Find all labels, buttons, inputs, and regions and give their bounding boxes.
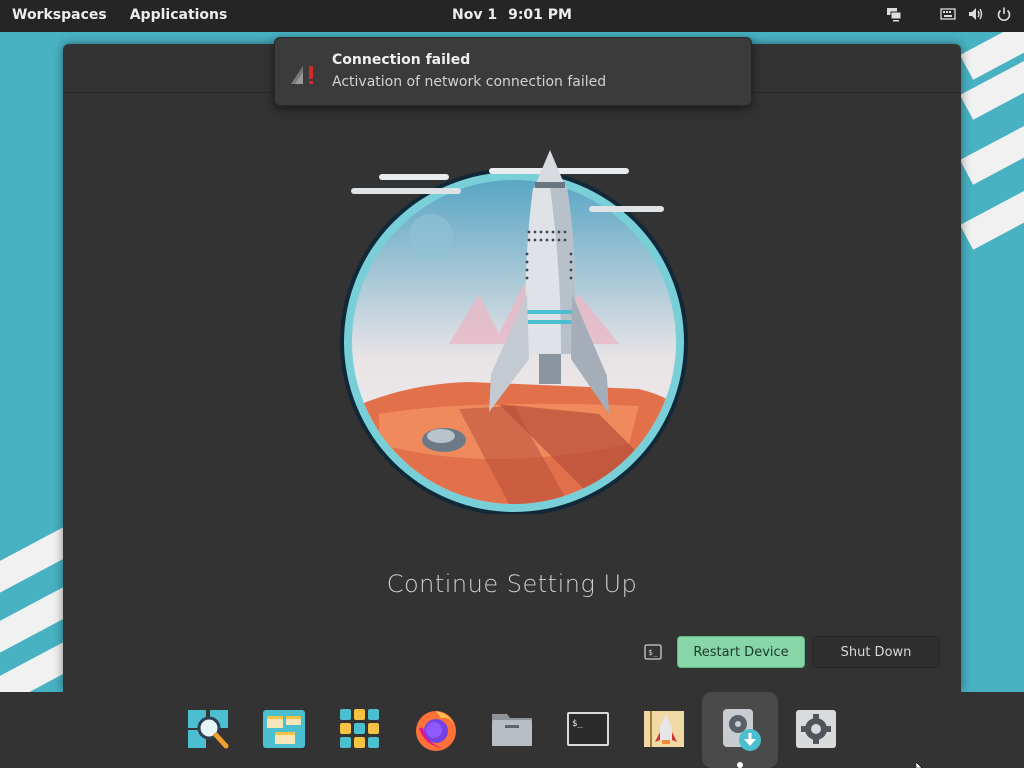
installer-window: Continue Setting Up $_ Restart Device Sh… — [63, 44, 961, 692]
svg-text:$_: $_ — [648, 648, 658, 657]
restart-device-button[interactable]: Restart Device — [677, 636, 805, 668]
dock: $_ — [0, 692, 1024, 768]
power-icon[interactable] — [996, 6, 1012, 22]
notification-bubble[interactable]: Connection failed Activation of network … — [274, 37, 752, 106]
search-icon[interactable] — [185, 706, 231, 752]
clock[interactable]: Nov 1 9:01 PM — [0, 7, 1024, 23]
terminal-icon[interactable]: $_ — [644, 644, 662, 660]
svg-text:$_: $_ — [572, 719, 583, 729]
page-title: Continue Setting Up — [386, 570, 638, 598]
keyboard-icon[interactable] — [940, 6, 956, 22]
shut-down-button[interactable]: Shut Down — [812, 636, 940, 668]
launcher-icon[interactable] — [641, 706, 687, 752]
files-icon[interactable] — [489, 706, 535, 752]
network-error-icon — [291, 66, 313, 84]
applications-grid-icon[interactable] — [337, 706, 383, 752]
time-label: 9:01 PM — [508, 7, 572, 23]
network-icon[interactable] — [886, 6, 902, 22]
settings-icon[interactable] — [793, 706, 839, 752]
notification-title: Connection failed — [332, 52, 471, 68]
mouse-cursor-icon — [916, 762, 923, 768]
running-indicator — [737, 762, 743, 768]
terminal-app-icon[interactable]: $_ — [565, 706, 611, 752]
rocket-illustration — [340, 150, 688, 514]
firefox-icon[interactable] — [413, 706, 459, 752]
date-label: Nov 1 — [452, 7, 498, 23]
installer-icon[interactable] — [717, 706, 763, 752]
multitasking-icon[interactable] — [261, 706, 307, 752]
notification-body: Activation of network connection failed — [332, 74, 607, 90]
top-panel: Workspaces Applications Nov 1 9:01 PM — [0, 0, 1024, 32]
volume-icon[interactable] — [968, 6, 984, 22]
